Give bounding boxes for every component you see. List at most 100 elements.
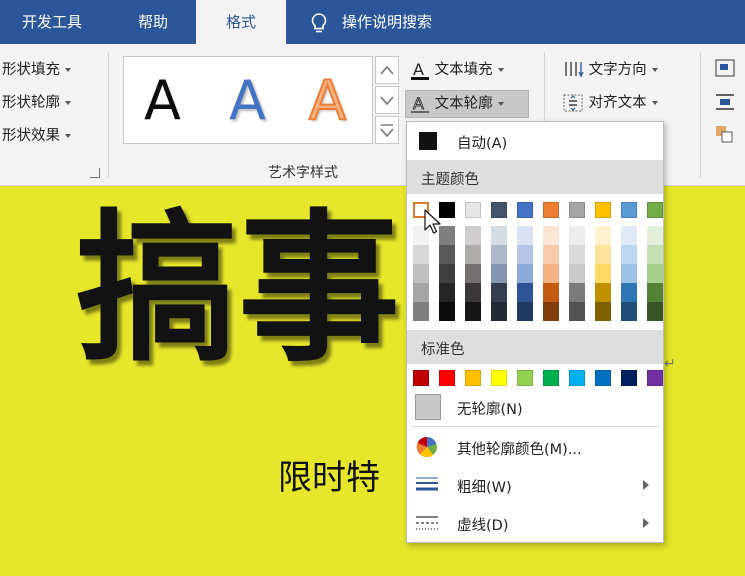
theme-shade-swatch[interactable] <box>543 302 559 321</box>
position-icon[interactable] <box>714 58 736 78</box>
theme-shade-swatch[interactable] <box>647 245 663 264</box>
lightbulb-icon[interactable] <box>309 12 329 34</box>
theme-color-swatch[interactable] <box>517 202 533 218</box>
standard-color-swatch[interactable] <box>465 370 481 386</box>
theme-shade-swatch[interactable] <box>569 226 585 245</box>
tab-format[interactable]: 格式 <box>196 0 286 44</box>
wordart-style-blue[interactable]: A <box>229 71 266 131</box>
tab-developer[interactable]: 开发工具 <box>0 0 104 44</box>
align-text-icon <box>563 94 583 112</box>
theme-shade-swatch[interactable] <box>491 264 507 283</box>
theme-shade-swatch[interactable] <box>465 302 481 321</box>
theme-shade-swatch[interactable] <box>647 226 663 245</box>
theme-shade-swatch[interactable] <box>439 264 455 283</box>
gallery-more[interactable] <box>375 116 399 144</box>
theme-shade-swatch[interactable] <box>543 226 559 245</box>
text-direction-button[interactable]: 文字方向 <box>562 58 658 82</box>
theme-shade-swatch[interactable] <box>569 302 585 321</box>
theme-shade-swatch[interactable] <box>517 264 533 283</box>
theme-shade-swatch[interactable] <box>491 302 507 321</box>
theme-shade-swatch[interactable] <box>439 245 455 264</box>
theme-color-swatch[interactable] <box>621 202 637 218</box>
standard-color-swatch[interactable] <box>621 370 637 386</box>
standard-color-swatch[interactable] <box>413 370 429 386</box>
standard-color-swatch[interactable] <box>517 370 533 386</box>
menu-item-dashes[interactable]: 虚线(D) <box>407 506 663 540</box>
theme-shade-swatch[interactable] <box>647 302 663 321</box>
theme-shade-swatch[interactable] <box>647 283 663 302</box>
theme-shade-swatch[interactable] <box>543 283 559 302</box>
dash-style-icon <box>416 516 438 530</box>
svg-text:A: A <box>413 60 424 79</box>
chevron-down-icon <box>497 102 504 106</box>
theme-shade-swatch[interactable] <box>621 302 637 321</box>
theme-color-swatch[interactable] <box>569 202 585 218</box>
theme-shade-swatch[interactable] <box>491 245 507 264</box>
standard-color-swatch[interactable] <box>439 370 455 386</box>
theme-shade-swatch[interactable] <box>595 302 611 321</box>
theme-shade-swatch[interactable] <box>595 264 611 283</box>
theme-color-swatch[interactable] <box>465 202 481 218</box>
theme-shade-swatch[interactable] <box>517 302 533 321</box>
menu-item-automatic-label: 自动(A) <box>457 136 508 152</box>
theme-shade-swatch[interactable] <box>543 264 559 283</box>
menu-item-automatic[interactable]: 自动(A) <box>407 124 663 158</box>
theme-shade-swatch[interactable] <box>621 283 637 302</box>
wordart-style-orange-outline[interactable]: A <box>308 70 347 132</box>
dialog-launcher-icon[interactable] <box>90 168 100 178</box>
theme-shade-swatch[interactable] <box>595 245 611 264</box>
theme-shade-swatch[interactable] <box>517 245 533 264</box>
theme-shade-swatch[interactable] <box>569 264 585 283</box>
theme-shade-swatch[interactable] <box>413 245 429 264</box>
standard-color-swatch[interactable] <box>569 370 585 386</box>
theme-color-swatch[interactable] <box>491 202 507 218</box>
bring-forward-icon[interactable] <box>714 124 736 144</box>
theme-shade-swatch[interactable] <box>439 302 455 321</box>
theme-shade-swatch[interactable] <box>465 245 481 264</box>
theme-shade-swatch[interactable] <box>647 264 663 283</box>
theme-shade-swatch[interactable] <box>517 226 533 245</box>
document-sub-text[interactable]: 限时特 <box>278 456 380 500</box>
theme-shade-swatch[interactable] <box>413 302 429 321</box>
menu-item-more-colors[interactable]: 其他轮廓颜色(M)... <box>407 430 663 464</box>
theme-color-swatch[interactable] <box>647 202 663 218</box>
tab-help[interactable]: 帮助 <box>118 0 188 44</box>
theme-shade-swatch[interactable] <box>491 283 507 302</box>
tell-me-search[interactable]: 操作说明搜索 <box>342 0 472 44</box>
theme-shade-swatch[interactable] <box>569 245 585 264</box>
theme-shade-swatch[interactable] <box>465 226 481 245</box>
align-text-button[interactable]: 对齐文本 <box>562 91 658 115</box>
gallery-scroll-up[interactable] <box>375 56 399 84</box>
theme-shade-swatch[interactable] <box>439 283 455 302</box>
wordart-big-text[interactable]: 搞事 <box>76 195 400 385</box>
shape-effects-button[interactable]: 形状效果 <box>2 124 71 148</box>
theme-color-swatch[interactable] <box>595 202 611 218</box>
theme-shade-swatch[interactable] <box>543 245 559 264</box>
theme-shade-swatch[interactable] <box>491 226 507 245</box>
theme-shade-swatch[interactable] <box>621 264 637 283</box>
theme-shade-swatch[interactable] <box>517 283 533 302</box>
standard-color-swatch[interactable] <box>543 370 559 386</box>
theme-shade-swatch[interactable] <box>413 264 429 283</box>
standard-color-swatch[interactable] <box>595 370 611 386</box>
shape-outline-button[interactable]: 形状轮廓 <box>2 91 71 115</box>
menu-item-no-outline[interactable]: 无轮廓(N) <box>407 390 663 424</box>
theme-shade-swatch[interactable] <box>595 283 611 302</box>
theme-shade-swatch[interactable] <box>569 283 585 302</box>
theme-shade-swatch[interactable] <box>621 226 637 245</box>
text-fill-button[interactable]: A 文本填充 <box>410 58 504 82</box>
theme-shade-swatch[interactable] <box>465 264 481 283</box>
text-outline-button[interactable]: A 文本轮廓 <box>410 92 504 116</box>
gallery-scroll-down[interactable] <box>375 86 399 114</box>
standard-color-swatch[interactable] <box>491 370 507 386</box>
shape-fill-button[interactable]: 形状填充 <box>2 58 71 82</box>
wrap-text-icon[interactable] <box>714 92 736 112</box>
theme-shade-swatch[interactable] <box>413 283 429 302</box>
theme-shade-swatch[interactable] <box>465 283 481 302</box>
standard-color-swatch[interactable] <box>647 370 663 386</box>
theme-shade-swatch[interactable] <box>621 245 637 264</box>
theme-shade-swatch[interactable] <box>595 226 611 245</box>
menu-item-weight[interactable]: 粗细(W) <box>407 468 663 502</box>
theme-color-swatch[interactable] <box>543 202 559 218</box>
wordart-style-black[interactable]: A <box>144 71 181 131</box>
